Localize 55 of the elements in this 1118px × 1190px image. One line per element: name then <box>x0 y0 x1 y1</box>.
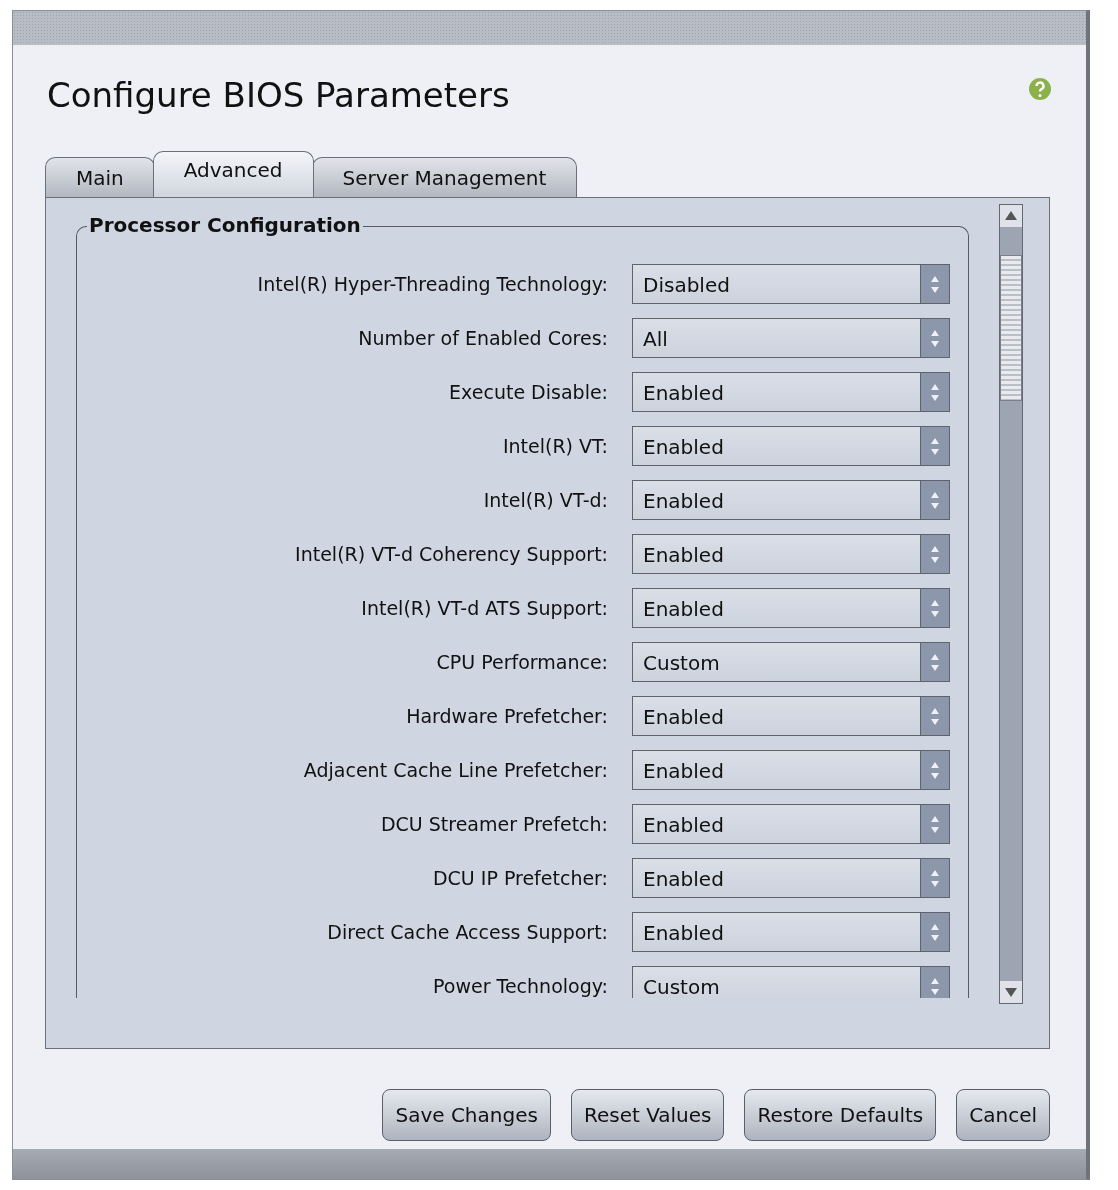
stepper-icon <box>920 373 949 411</box>
dropdown[interactable]: Enabled <box>632 696 950 736</box>
dropdown[interactable]: Enabled <box>632 588 950 628</box>
dialog-button[interactable]: Save Changes <box>382 1089 551 1141</box>
setting-label: Power Technology: <box>432 975 608 997</box>
scroll-up-icon[interactable] <box>1000 205 1022 227</box>
setting-label: Intel(R) Hyper-Threading Technology: <box>256 273 608 295</box>
help-icon[interactable] <box>1028 77 1052 101</box>
dialog-button[interactable]: Cancel <box>956 1089 1050 1141</box>
stepper-icon <box>920 967 949 998</box>
dropdown[interactable]: Custom <box>632 642 950 682</box>
setting-label: Intel(R) VT-d ATS Support: <box>360 597 608 619</box>
scroll-down-icon[interactable] <box>1000 981 1022 1003</box>
dropdown[interactable]: All <box>632 318 950 358</box>
setting-label: DCU IP Prefetcher: <box>431 867 608 889</box>
window-title: Configure BIOS Parameters <box>47 75 510 115</box>
stepper-icon <box>920 265 949 303</box>
scrollbar[interactable] <box>999 204 1023 1004</box>
dropdown[interactable]: Enabled <box>632 804 950 844</box>
setting-label: CPU Performance: <box>435 651 608 673</box>
tab[interactable]: Advanced <box>152 151 314 197</box>
dropdown[interactable]: Enabled <box>632 372 950 412</box>
dropdown[interactable]: Enabled <box>632 750 950 790</box>
setting-label: Direct Cache Access Support: <box>326 921 608 943</box>
setting-label: Number of Enabled Cores: <box>357 327 608 349</box>
stepper-icon <box>920 427 949 465</box>
stepper-icon <box>920 751 949 789</box>
stepper-icon <box>920 697 949 735</box>
stepper-icon <box>920 481 949 519</box>
dropdown[interactable]: Custom <box>632 966 950 998</box>
dropdown[interactable]: Enabled <box>632 858 950 898</box>
setting-label: Intel(R) VT-d: <box>482 489 608 511</box>
setting-label: Intel(R) VT-d Coherency Support: <box>294 543 608 565</box>
tab[interactable]: Main <box>45 157 155 197</box>
stepper-icon <box>920 805 949 843</box>
dialog-button[interactable]: Reset Values <box>570 1089 725 1141</box>
stepper-icon <box>920 589 949 627</box>
setting-label: Adjacent Cache Line Prefetcher: <box>302 759 608 781</box>
dropdown[interactable]: Enabled <box>632 426 950 466</box>
stepper-icon <box>920 859 949 897</box>
dropdown[interactable]: Enabled <box>632 480 950 520</box>
dialog-button[interactable]: Restore Defaults <box>744 1089 937 1141</box>
dropdown[interactable]: Enabled <box>632 534 950 574</box>
setting-label: Hardware Prefetcher: <box>405 705 608 727</box>
tab[interactable]: Server Management <box>311 157 578 197</box>
stepper-icon <box>920 643 949 681</box>
stepper-icon <box>920 535 949 573</box>
scroll-thumb[interactable] <box>1000 255 1022 401</box>
dropdown[interactable]: Disabled <box>632 264 950 304</box>
stepper-icon <box>920 913 949 951</box>
setting-label: Intel(R) VT: <box>501 435 608 457</box>
dropdown[interactable]: Enabled <box>632 912 950 952</box>
stepper-icon <box>920 319 949 357</box>
setting-label: DCU Streamer Prefetch: <box>379 813 608 835</box>
setting-label: Execute Disable: <box>448 381 608 403</box>
